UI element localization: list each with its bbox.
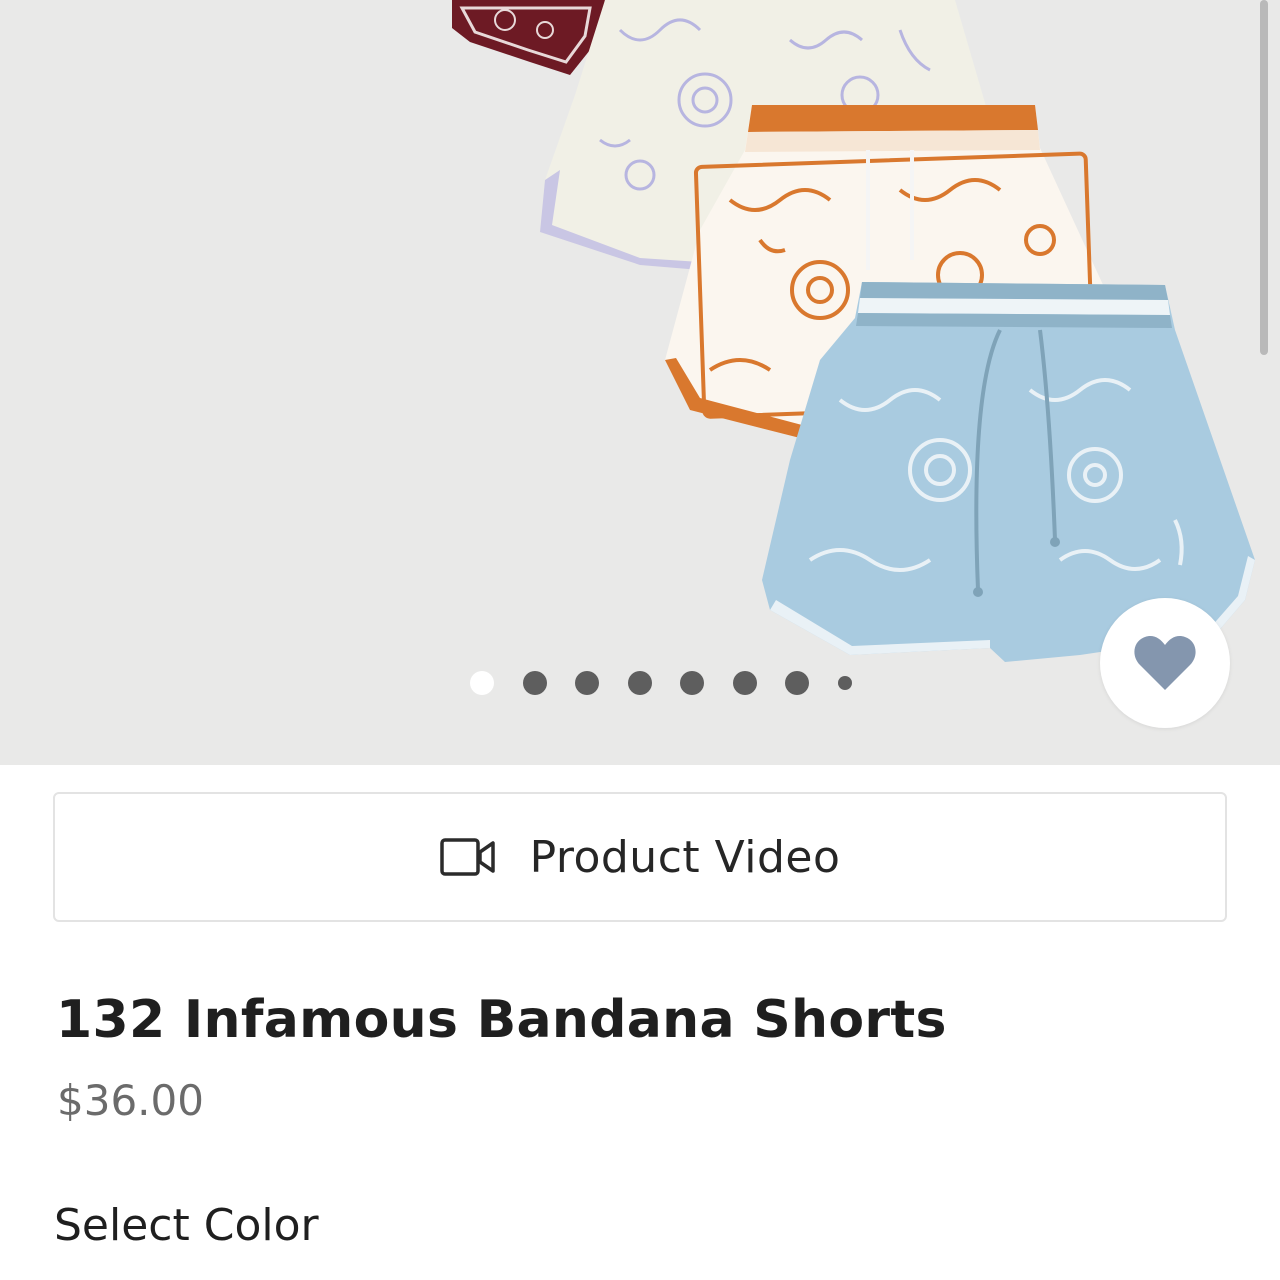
page-scrollbar[interactable] [1260,0,1268,355]
favorite-button[interactable] [1100,598,1230,728]
product-video-button[interactable]: Product Video [53,792,1227,922]
product-image-gallery[interactable] [0,0,1280,765]
carousel-dot-5[interactable] [680,671,704,695]
carousel-dot-2[interactable] [522,671,547,695]
carousel-dot-8[interactable] [837,676,852,690]
product-price: $36.00 [57,1076,204,1125]
product-title: 132 Infamous Bandana Shorts [56,990,947,1050]
carousel-dots [470,670,852,696]
maroon-shorts [452,0,605,75]
heart-icon [1134,635,1196,690]
video-camera-icon [439,838,495,876]
product-video-label: Product Video [529,831,841,883]
carousel-dot-1[interactable] [470,671,494,695]
carousel-dot-4[interactable] [627,671,652,695]
select-color-label: Select Color [54,1200,319,1251]
product-image[interactable] [0,0,1280,765]
carousel-dot-7[interactable] [785,671,809,695]
carousel-dot-6[interactable] [732,671,757,695]
carousel-dot-3[interactable] [575,671,599,695]
